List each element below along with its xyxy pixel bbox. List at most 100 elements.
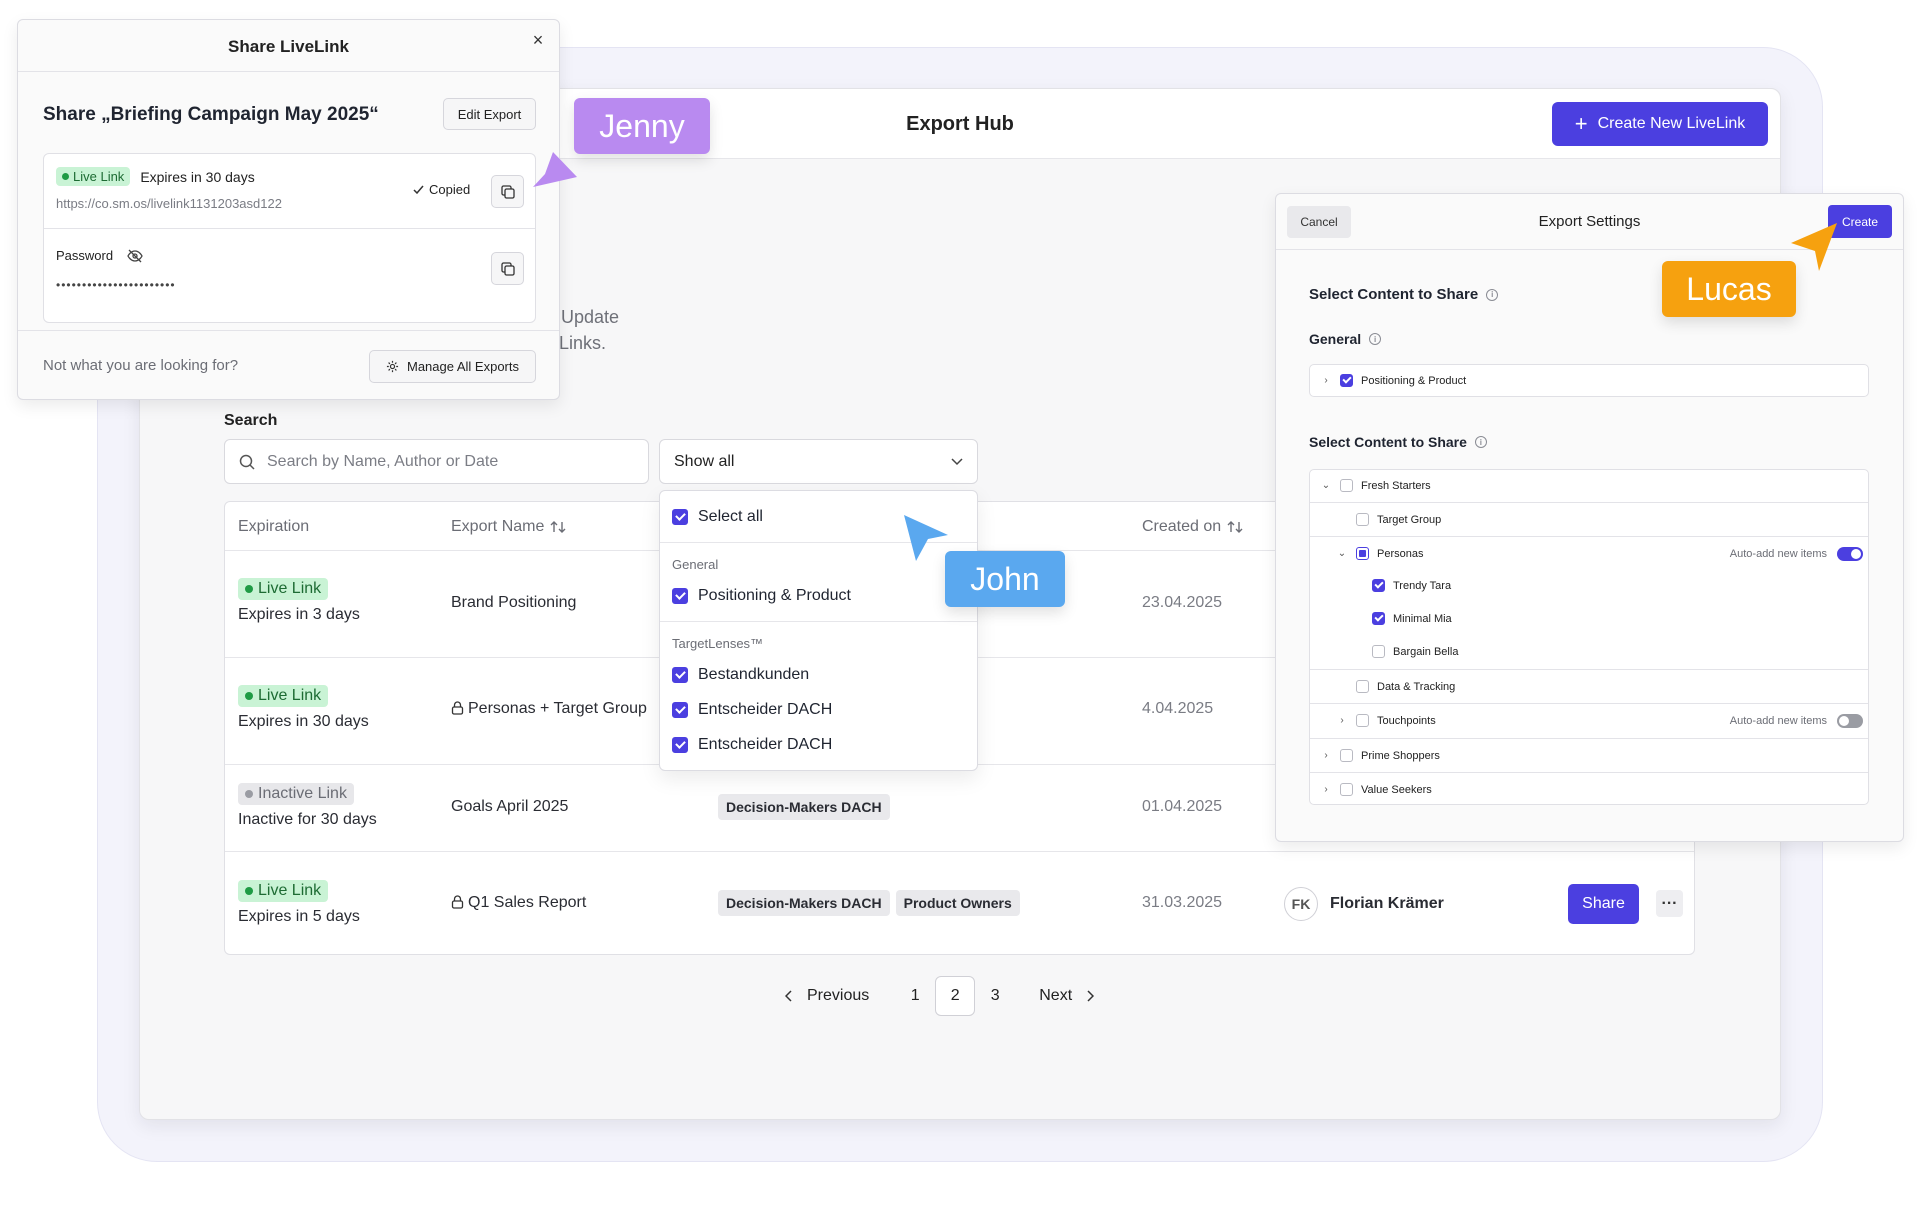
copy-icon [500,184,515,199]
page-button-1[interactable]: 1 [895,976,935,1016]
checkbox[interactable] [672,588,688,604]
created-on-header-label: Created on [1142,518,1222,535]
filter-select[interactable]: Show all [659,439,978,484]
tags-cell: Decision-Makers DACH Product Owners [718,890,1026,916]
checkbox[interactable] [1340,749,1353,762]
search-field[interactable] [224,439,649,484]
livelink-url[interactable]: https://co.sm.os/livelink1131203asd122 [56,196,282,211]
tree-item-value-seekers[interactable]: › Value Seekers [1310,783,1868,796]
dropdown-item[interactable]: Positioning & Product [672,587,851,605]
share-button[interactable]: Share [1568,884,1639,924]
checkbox[interactable] [1356,513,1369,526]
dropdown-item[interactable]: Bestandkunden [672,666,809,684]
close-icon[interactable]: × [527,29,549,51]
tags-cell: Decision-Makers DACH [718,794,896,820]
expiration-cell: Live Link Expires in 5 days [238,880,360,926]
status-label: Live Link [258,580,322,597]
section-heading-label: Select Content to Share [1309,286,1479,303]
chevron-down-icon[interactable]: ⌄ [1320,480,1332,491]
edit-export-button[interactable]: Edit Export [443,98,536,130]
checkbox[interactable] [1372,612,1385,625]
status-dot-icon [245,585,253,593]
column-header-export-name[interactable]: Export Name [451,518,566,536]
tree-item-label: Touchpoints [1377,714,1436,727]
next-label: Next [1039,987,1073,1004]
export-name-cell[interactable]: Goals April 2025 [451,798,568,816]
checkbox[interactable] [672,702,688,718]
tree-item-touchpoints[interactable]: › Touchpoints Auto-add new items [1310,713,1868,728]
table-row[interactable]: Live Link Expires in 5 days Q1 Sales Rep… [225,852,1694,954]
next-page-button[interactable]: Next [1039,987,1095,1005]
chevron-left-icon [785,990,792,1002]
password-value: ••••••••••••••••••••••• [56,278,176,292]
chevron-right-icon[interactable]: › [1320,375,1332,386]
tree-item-prime-shoppers[interactable]: › Prime Shoppers [1310,749,1868,762]
checkbox[interactable] [1356,714,1369,727]
dropdown-item[interactable]: Entscheider DACH [672,701,832,719]
chevron-right-icon[interactable]: › [1320,784,1332,795]
check-icon [413,185,424,194]
info-icon[interactable]: i [1474,436,1487,448]
column-header-created-on[interactable]: Created on [1142,518,1243,536]
footer-text: Not what you are looking for? [43,357,239,374]
tree-item-data-tracking[interactable]: Data & Tracking [1310,680,1868,693]
info-icon[interactable]: i [1486,288,1499,301]
column-header-expiration[interactable]: Expiration [238,518,309,536]
chevron-right-icon[interactable]: › [1320,750,1332,761]
status-label: Live Link [258,882,322,899]
create-new-livelink-button[interactable]: + Create New LiveLink [1552,102,1768,146]
info-icon[interactable]: i [1369,333,1382,345]
search-input[interactable] [267,452,627,471]
tree-item-minimal-mia[interactable]: Minimal Mia [1310,612,1868,625]
checkbox[interactable] [1340,783,1353,796]
divider [44,228,535,229]
page-button-3[interactable]: 3 [975,976,1015,1016]
checkbox[interactable] [672,667,688,683]
dropdown-group-label: General [672,557,719,572]
tree-item-label: Bargain Bella [1393,645,1459,658]
previous-page-button[interactable]: Previous [785,987,869,1005]
page-button-2[interactable]: 2 [935,976,976,1016]
status-label: Live Link [73,169,125,184]
tree-item-bargain-bella[interactable]: Bargain Bella [1310,645,1868,658]
copy-password-button[interactable] [491,252,524,285]
checkbox[interactable] [672,509,688,525]
expiration-cell: Live Link Expires in 30 days [238,685,369,731]
copied-status: Copied [413,182,470,197]
description-text: Update Links. [559,304,620,356]
description-line-1: Update [561,307,620,327]
export-name-cell[interactable]: Brand Positioning [451,594,576,612]
checkbox[interactable] [1372,579,1385,592]
auto-add-toggle[interactable] [1837,713,1863,728]
chevron-down-icon [951,457,963,465]
dropdown-item-select-all[interactable]: Select all [672,508,763,526]
checkbox[interactable] [1372,645,1385,658]
chevron-right-icon[interactable]: › [1336,715,1348,726]
checkbox[interactable] [1340,479,1353,492]
tree-item-target-group[interactable]: Target Group [1310,513,1868,526]
copy-link-button[interactable] [491,175,524,208]
checkbox[interactable] [1340,374,1353,387]
tree-item-fresh-starters[interactable]: ⌄ Fresh Starters [1310,479,1868,492]
export-name-label: Q1 Sales Report [468,894,587,911]
tree-item-trendy-tara[interactable]: Trendy Tara [1310,579,1868,592]
auto-add-label: Auto-add new items [1729,547,1827,560]
created-on-cell: 31.03.2025 [1142,894,1223,911]
export-name-cell[interactable]: Personas + Target Group [451,700,647,718]
more-options-button[interactable]: ··· [1656,890,1683,917]
status-dot-icon [245,692,253,700]
checkbox[interactable] [1356,680,1369,693]
share-heading: Share „Briefing Campaign May 2025“ [43,104,379,125]
auto-add-toggle-row: Auto-add new items [1730,713,1863,728]
chevron-down-icon[interactable]: ⌄ [1336,548,1348,559]
manage-all-exports-button[interactable]: Manage All Exports [369,350,536,383]
tree-item-positioning[interactable]: › Positioning & Product [1310,374,1868,387]
dropdown-item[interactable]: Entscheider DACH [672,736,832,754]
checkbox[interactable] [672,737,688,753]
checkbox[interactable] [1356,547,1369,560]
tree-item-personas[interactable]: ⌄ Personas Auto-add new items [1310,546,1868,561]
content-tree: ⌄ Fresh Starters Target Group ⌄ Personas A… [1309,469,1869,805]
export-name-cell[interactable]: Q1 Sales Report [451,894,586,912]
auto-add-toggle[interactable] [1837,546,1863,561]
eye-off-icon[interactable] [127,249,143,263]
